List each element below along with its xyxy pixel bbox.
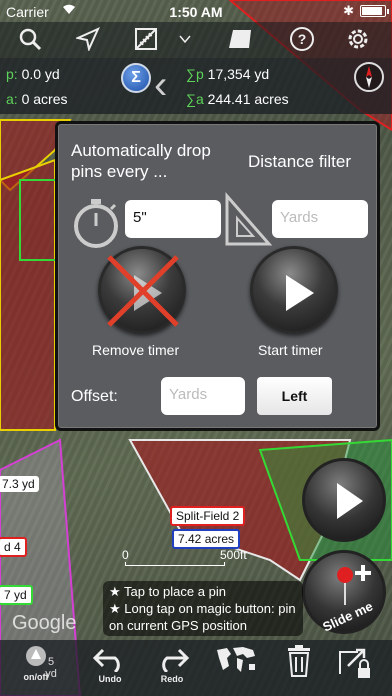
help-tip: ★ Tap to place a pin ★ Long tap on magic… [103,581,303,636]
compass-button[interactable] [354,62,384,92]
undo-label: Undo [98,674,122,684]
undo-button[interactable]: Undo [90,644,130,690]
total-perimeter-readout: ∑p 17,354 yd [186,66,269,82]
total-area-value: 244.41 acres [207,91,289,107]
field-area-label: 7.42 acres [172,529,241,549]
field-shape-icon [229,30,251,48]
distance-yards-input[interactable]: Yards [272,200,368,238]
trash-icon [288,645,310,677]
distance-filter-title: Distance filter [248,152,351,171]
scale-end: 500ft [220,548,247,562]
field-name-label[interactable]: Split-Field 2 [170,506,246,526]
timer-interval-input[interactable]: 5" [125,200,221,238]
total-perimeter-key: ∑p [186,66,204,82]
gear-icon [348,29,368,49]
search-icon [19,28,42,51]
status-bar: Carrier 1:50 AM ✱ [0,0,392,22]
help-button[interactable]: ? [282,22,322,56]
world-map-button[interactable] [212,644,260,690]
onoff-button[interactable]: 5 yd on/off [14,644,58,690]
share-lock-icon [339,648,370,678]
top-toolbar: ? [0,22,392,58]
offset-label: Offset: [71,388,118,405]
redo-button[interactable]: Redo [152,644,192,690]
remove-x-icon [107,255,179,327]
redo-label: Redo [160,674,184,684]
share-locked-button[interactable] [334,644,374,690]
chevron-down-icon [179,35,191,44]
map-layers-button[interactable] [126,22,166,56]
set-square-icon [223,192,273,253]
offset-left-button[interactable]: Left [257,377,332,415]
perimeter-key: p: [6,66,18,82]
scale-line [125,562,225,566]
map-label-1: 7.3 yd [0,476,39,492]
start-timer-label: Start timer [258,342,323,358]
svg-text:?: ? [298,31,307,47]
tip-line-1: ★ Tap to place a pin [109,584,226,599]
location-arrow-icon [76,27,100,51]
map-layers-icon [135,28,157,50]
offset-yards-input[interactable]: Yards [161,377,245,415]
start-timer-button[interactable] [250,246,338,334]
area-value: 0 acres [21,91,68,107]
sum-toggle-button[interactable]: Σ [121,63,151,93]
total-area-key: ∑a [186,91,204,107]
slide-me-button[interactable]: Slide me [302,550,386,635]
area-readout: a: 0 acres [6,91,68,107]
area-key: a: [6,91,18,107]
map-label-3: 7 yd [0,585,33,605]
app-screen: Carrier 1:50 AM ✱ ? p: 0.0 yd a: 0 acres… [0,0,392,696]
compass-icon [366,66,372,88]
scale-start: 0 [122,548,129,562]
play-icon [286,275,314,311]
dropdown-button[interactable] [170,22,200,56]
world-map-icon [217,647,255,672]
play-icon [337,483,363,519]
shape-button[interactable] [220,22,260,56]
perimeter-readout: p: 0.0 yd [6,66,60,82]
field-left-2[interactable] [0,158,56,431]
bluetooth-icon: ✱ [343,3,354,18]
delete-button[interactable] [284,644,314,690]
auto-drop-title: Automatically drop pins every ... [71,141,211,181]
battery-icon [360,5,389,17]
auto-drop-pins-popup: Automatically drop pins every ... Distan… [55,121,380,431]
magic-pin-button[interactable] [302,458,386,542]
remove-timer-label: Remove timer [92,342,180,358]
bottom-toolbar: 5 yd on/off Undo Redo [0,640,392,696]
settings-button[interactable] [338,22,378,56]
perimeter-value: 0.0 yd [21,66,60,82]
collapse-chevron-icon[interactable]: ‹ [154,60,176,112]
tip-line-2: ★ Long tap on magic button: pin on curre… [109,601,296,633]
map-label-2: d 4 [0,537,27,557]
clock: 1:50 AM [169,4,223,20]
remove-timer-button[interactable] [98,246,186,334]
total-perimeter-value: 17,354 yd [207,66,270,82]
redo-icon [162,648,190,674]
onoff-value: 5 yd [45,656,57,680]
undo-icon [92,648,120,674]
measurement-bar: p: 0.0 yd a: 0 acres Σ ‹ ∑p 17,354 yd ∑a… [0,58,392,114]
locate-button[interactable] [68,22,108,56]
help-icon: ? [290,27,314,51]
google-logo: Google [12,612,77,634]
search-button[interactable] [10,22,50,56]
total-area-readout: ∑a 244.41 acres [186,91,289,107]
